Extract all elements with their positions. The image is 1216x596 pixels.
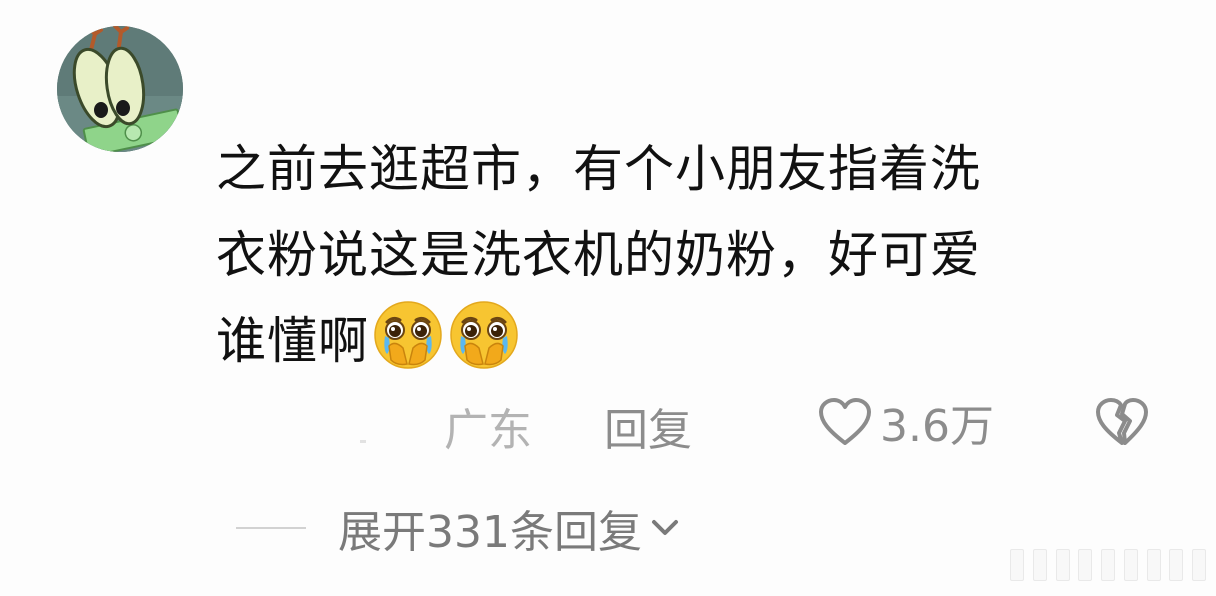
- comment-text-line-3: 谁懂啊: [216, 298, 1136, 384]
- pleading-face-hands-over-mouth-emoji-icon: [374, 301, 442, 369]
- watermark-strip: [1010, 548, 1206, 582]
- watermark-bar: [1146, 549, 1161, 581]
- comment-body: 之前去逛超市，有个小朋友指着洗 衣粉说这是洗衣机的奶粉，好可爱 谁懂啊: [216, 126, 1136, 384]
- like-count: 3.6万: [880, 401, 994, 452]
- watermark-bar: [1032, 549, 1047, 581]
- location-label: 广东: [444, 405, 532, 456]
- expand-replies-label: 展开331条回复: [338, 507, 642, 558]
- expand-divider-line: [236, 527, 306, 529]
- expand-replies-row: 展开331条回复: [236, 496, 680, 560]
- broken-heart-icon: [1096, 398, 1148, 445]
- watermark-bar: [1192, 549, 1206, 581]
- comment-text-line-1: 之前去逛超市，有个小朋友指着洗: [216, 140, 981, 198]
- comment-screen: 之前去逛超市，有个小朋友指着洗 衣粉说这是洗衣机的奶粉，好可爱 谁懂啊 广东 回…: [0, 0, 1216, 596]
- like-button[interactable]: 3.6万: [818, 390, 994, 454]
- watermark-bar: [1055, 549, 1070, 581]
- watermark-bar: [1010, 549, 1024, 581]
- chevron-down-icon: [651, 520, 678, 535]
- watermark-bar: [1169, 549, 1184, 581]
- pleading-face-hands-over-mouth-emoji-icon: [450, 301, 518, 369]
- heart-outline-icon: [819, 398, 871, 445]
- watermark-bar: [1078, 549, 1093, 581]
- reply-button[interactable]: 回复: [604, 394, 692, 458]
- user-avatar[interactable]: [57, 26, 183, 152]
- cartoon-eyes-money-avatar-icon: [57, 26, 183, 152]
- comment-text-line-3-text: 谁懂啊: [216, 312, 369, 370]
- comment-meta-row: 广东 回复 3.6万: [0, 390, 1216, 460]
- expand-replies-button[interactable]: 展开331条回复: [338, 496, 680, 560]
- comment-text-line-2: 衣粉说这是洗衣机的奶粉，好可爱: [216, 226, 981, 284]
- watermark-bar: [1123, 549, 1138, 581]
- watermark-bar: [1101, 549, 1115, 581]
- dislike-button[interactable]: [1092, 390, 1152, 454]
